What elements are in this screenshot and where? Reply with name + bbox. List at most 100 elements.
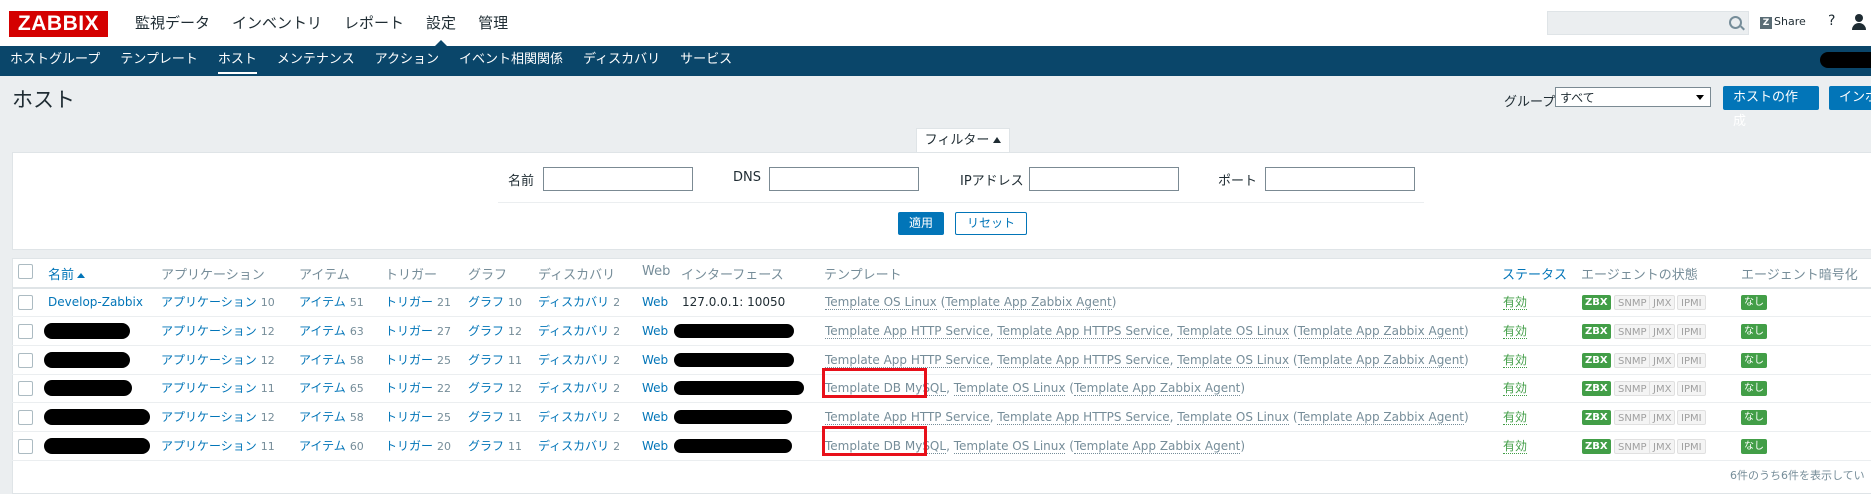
reset-button[interactable]: リセット: [955, 212, 1027, 235]
items-link[interactable]: アイテム 60: [299, 432, 364, 460]
zbx-badge: ZBX: [1582, 410, 1611, 425]
web-link[interactable]: Web: [642, 317, 668, 345]
share-link[interactable]: Z Share: [1760, 15, 1806, 29]
ipmi-badge: IPMI: [1677, 353, 1706, 368]
discovery-link[interactable]: ディスカバリ 2: [538, 288, 620, 316]
search-icon[interactable]: [1729, 16, 1742, 29]
applications-link[interactable]: アプリケーション 10: [161, 288, 275, 316]
applications-link[interactable]: アプリケーション 12: [161, 346, 275, 374]
create-host-button[interactable]: ホストの作成: [1723, 86, 1819, 129]
row-checkbox[interactable]: [18, 381, 33, 396]
sub-menu-templates[interactable]: テンプレート: [110, 46, 208, 76]
sub-menu-maintenance[interactable]: メンテナンス: [267, 46, 365, 76]
triggers-link[interactable]: トリガー 20: [385, 432, 451, 460]
top-bar: ZABBIX 監視データ インベントリ レポート 設定 管理 Z Share ?: [0, 0, 1871, 47]
table-row: アプリケーション 11 アイテム 60 トリガー 20 グラフ 11 ディスカバリ 2 Web Tem…: [12, 426, 1871, 461]
triggers-link[interactable]: トリガー 25: [385, 346, 451, 374]
applications-link[interactable]: アプリケーション 12: [161, 403, 275, 431]
web-link[interactable]: Web: [642, 374, 668, 402]
zabbix-logo[interactable]: ZABBIX: [9, 11, 108, 37]
header-triggers: トリガー: [385, 268, 438, 283]
select-all-checkbox[interactable]: [18, 264, 33, 279]
header-name[interactable]: 名前: [48, 264, 86, 283]
sub-menu-host-groups[interactable]: ホストグループ: [0, 46, 110, 76]
graphs-link[interactable]: グラフ 11: [468, 346, 522, 374]
sub-menu-hosts[interactable]: ホスト: [208, 46, 267, 76]
triggers-link[interactable]: トリガー 21: [385, 288, 451, 316]
web-link[interactable]: Web: [642, 403, 668, 431]
status-link[interactable]: 有効: [1503, 346, 1528, 374]
top-menu-monitoring[interactable]: 監視データ: [124, 0, 221, 46]
snmp-badge: SNMP: [1614, 410, 1651, 425]
zabbix-share-icon: Z: [1760, 17, 1772, 29]
row-checkbox[interactable]: [18, 439, 33, 454]
highlight-box: [822, 368, 927, 398]
templates-list[interactable]: Template App HTTP Service, Template App …: [825, 317, 1469, 345]
ipmi-badge: IPMI: [1677, 381, 1706, 396]
snmp-badge: SNMP: [1614, 381, 1651, 396]
redacted-interface: [674, 381, 804, 395]
discovery-link[interactable]: ディスカバリ 2: [538, 403, 620, 431]
triggers-link[interactable]: トリガー 22: [385, 374, 451, 402]
items-link[interactable]: アイテム 63: [299, 317, 364, 345]
triggers-link[interactable]: トリガー 25: [385, 403, 451, 431]
status-link[interactable]: 有効: [1503, 288, 1528, 316]
items-link[interactable]: アイテム 51: [299, 288, 364, 316]
graphs-link[interactable]: グラフ 11: [468, 432, 522, 460]
row-checkbox[interactable]: [18, 324, 33, 339]
items-link[interactable]: アイテム 58: [299, 346, 364, 374]
triggers-link[interactable]: トリガー 27: [385, 317, 451, 345]
filter-ip-label: IPアドレス: [960, 174, 1024, 189]
header-status[interactable]: ステータス: [1502, 264, 1567, 283]
top-menu-administration[interactable]: 管理: [467, 0, 519, 46]
filter-port-input[interactable]: [1265, 167, 1415, 191]
search-input[interactable]: [1547, 11, 1749, 35]
status-link[interactable]: 有効: [1503, 403, 1528, 431]
applications-link[interactable]: アプリケーション 12: [161, 317, 275, 345]
filter-tab[interactable]: フィルター: [916, 128, 1010, 153]
items-link[interactable]: アイテム 65: [299, 374, 364, 402]
status-link[interactable]: 有効: [1503, 432, 1528, 460]
items-link[interactable]: アイテム 58: [299, 403, 364, 431]
filter-dns-input[interactable]: [769, 167, 919, 191]
user-profile-icon[interactable]: [1852, 14, 1866, 30]
sub-menu-event-correlation[interactable]: イベント相関関係: [449, 46, 573, 76]
top-menu-inventory[interactable]: インベントリ: [221, 0, 333, 46]
redacted-host-name: [44, 409, 150, 425]
discovery-link[interactable]: ディスカバリ 2: [538, 432, 620, 460]
applications-link[interactable]: アプリケーション 11: [161, 374, 275, 402]
discovery-link[interactable]: ディスカバリ 2: [538, 346, 620, 374]
web-link[interactable]: Web: [642, 432, 668, 460]
status-link[interactable]: 有効: [1503, 317, 1528, 345]
filter-ip-input[interactable]: [1029, 167, 1179, 191]
discovery-link[interactable]: ディスカバリ 2: [538, 317, 620, 345]
graphs-link[interactable]: グラフ 12: [468, 317, 522, 345]
templates-list[interactable]: Template OS Linux (Template App Zabbix A…: [825, 288, 1116, 316]
applications-link[interactable]: アプリケーション 11: [161, 432, 275, 460]
help-icon[interactable]: ?: [1828, 13, 1835, 29]
sub-menu-actions[interactable]: アクション: [365, 46, 449, 76]
row-checkbox[interactable]: [18, 410, 33, 425]
group-select[interactable]: すべて: [1555, 87, 1711, 107]
web-link[interactable]: Web: [642, 288, 668, 316]
sub-menu-services[interactable]: サービス: [670, 46, 742, 76]
discovery-link[interactable]: ディスカバリ 2: [538, 374, 620, 402]
jmx-badge: JMX: [1649, 295, 1676, 310]
host-name-link[interactable]: Develop-Zabbix: [48, 288, 143, 316]
row-checkbox[interactable]: [18, 295, 33, 310]
web-link[interactable]: Web: [642, 346, 668, 374]
encryption-badge: なし: [1741, 381, 1767, 396]
import-button[interactable]: インポ: [1829, 86, 1871, 110]
graphs-link[interactable]: グラフ 10: [468, 288, 522, 316]
header-web: Web: [642, 264, 671, 279]
filter-name-input[interactable]: [543, 167, 693, 191]
top-menu: 監視データ インベントリ レポート 設定 管理: [124, 0, 519, 47]
graphs-link[interactable]: グラフ 11: [468, 403, 522, 431]
status-link[interactable]: 有効: [1503, 374, 1528, 402]
graphs-link[interactable]: グラフ 12: [468, 374, 522, 402]
sub-menu-discovery[interactable]: ディスカバリ: [573, 46, 670, 76]
row-checkbox[interactable]: [18, 353, 33, 368]
top-menu-configuration[interactable]: 設定: [415, 0, 467, 47]
apply-button[interactable]: 適用: [898, 212, 944, 235]
top-menu-reports[interactable]: レポート: [333, 0, 415, 46]
